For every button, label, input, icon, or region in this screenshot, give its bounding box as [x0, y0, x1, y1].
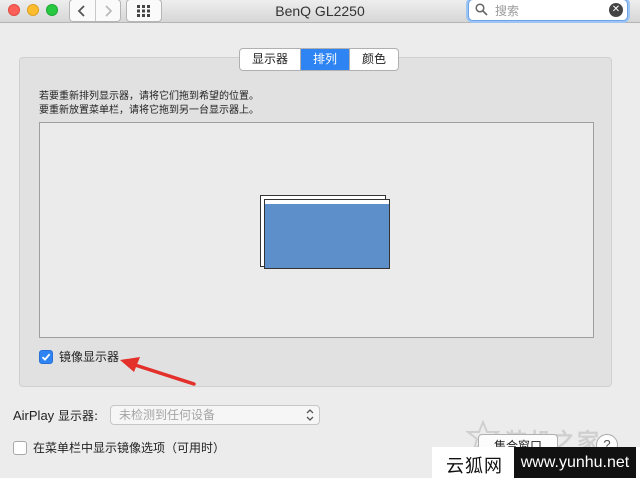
menubar-mirror-label: 在菜单栏中显示镜像选项（可用时） [33, 441, 226, 455]
clear-icon[interactable]: ✕ [609, 3, 623, 17]
red-arrow-annotation [120, 357, 196, 386]
mirror-displays-option[interactable]: 镜像显示器 [39, 348, 119, 365]
mirror-displays-checkbox[interactable] [39, 349, 53, 364]
airplay-display-select[interactable]: 未检测到任何设备 [110, 405, 320, 425]
checkmark-icon [41, 353, 51, 361]
instruction-text-1: 若要重新排列显示器，请将它们拖到希望的位置。 [39, 91, 259, 102]
menubar-mirror-checkbox[interactable] [13, 440, 27, 455]
search-field[interactable]: ✕ [468, 0, 628, 21]
select-arrows-icon [306, 409, 314, 421]
title-bar: BenQ GL2250 ✕ [0, 0, 640, 23]
airplay-select-value: 未检测到任何设备 [119, 408, 216, 422]
airplay-label-en: AirPlay [13, 408, 55, 423]
watermark-site-name: 云狐网 [446, 456, 503, 477]
tab-display[interactable]: 显示器 [240, 49, 300, 70]
airplay-label: AirPlay 显示器: [13, 407, 98, 424]
display-arrangement-area[interactable] [39, 122, 594, 338]
instruction-text-2: 要重新放置菜单栏，请将它拖到另一台显示器上。 [39, 105, 259, 116]
magnifier-icon [475, 3, 488, 16]
tab-arrangement[interactable]: 排列 [300, 49, 350, 70]
tab-color[interactable]: 颜色 [349, 49, 398, 70]
menubar-mirror-option[interactable]: 在菜单栏中显示镜像选项（可用时） [13, 439, 225, 456]
airplay-label-cn: 显示器: [54, 409, 99, 423]
search-input[interactable] [493, 2, 607, 20]
watermark-site-url: www.yunhu.net [514, 447, 636, 478]
menu-bar-indicator[interactable] [264, 199, 390, 204]
display-mirrored-front[interactable] [264, 199, 390, 269]
tab-bar: 显示器 排列 颜色 [239, 48, 400, 71]
mirror-displays-label: 镜像显示器 [59, 350, 120, 364]
